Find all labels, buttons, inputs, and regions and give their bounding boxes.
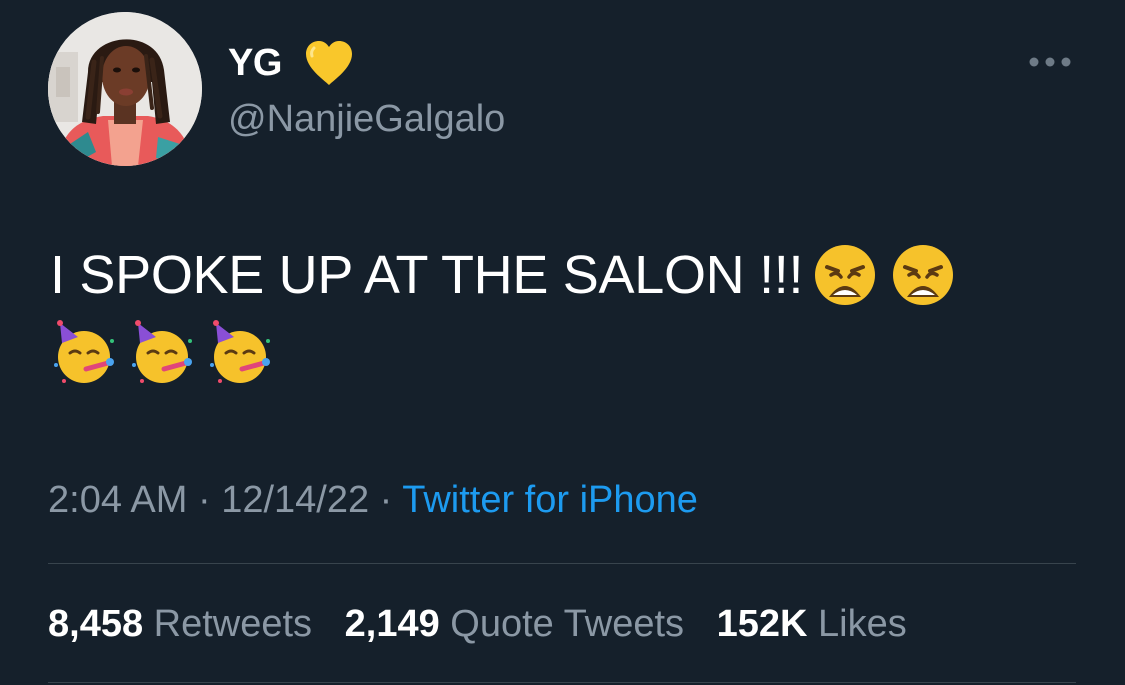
tweet-metadata: 2:04 AM · 12/14/22 · Twitter for iPhone <box>48 476 698 524</box>
quote-tweets-label: Quote Tweets <box>450 603 685 645</box>
tweet-date[interactable]: 12/14/22 <box>221 479 369 521</box>
partying-face-icon <box>132 320 192 383</box>
retweets-label: Retweets <box>153 603 313 645</box>
divider <box>48 563 1076 564</box>
retweets-count: 8,458 <box>48 603 144 645</box>
likes-label: Likes <box>818 603 907 645</box>
more-dots-icon <box>1029 57 1071 67</box>
likes-count: 152K <box>716 603 808 645</box>
retweets-stat[interactable]: 8,458 Retweets <box>48 600 312 648</box>
yellow-heart-icon <box>306 41 352 85</box>
avatar[interactable] <box>48 12 202 166</box>
tweet-detail: YG @NanjieGalgalo I SPOKE UP AT THE SALO… <box>0 0 1125 685</box>
partying-face-icon <box>210 320 270 383</box>
tweet-time[interactable]: 2:04 AM <box>48 479 187 521</box>
quote-tweets-stat[interactable]: 2,149 Quote Tweets <box>345 600 684 648</box>
tweet-text-line-2 <box>50 314 1090 392</box>
likes-stat[interactable]: 152K Likes <box>717 600 907 648</box>
meta-separator: · <box>369 479 403 521</box>
tweet-text-content: I SPOKE UP AT THE SALON !!! <box>50 245 804 305</box>
author-name[interactable]: YG <box>228 40 282 86</box>
tweet-text-line-1: I SPOKE UP AT THE SALON !!! <box>50 236 1090 314</box>
author-handle[interactable]: @NanjieGalgalo <box>228 96 505 142</box>
divider <box>48 682 1076 683</box>
engagement-stats: 8,458 Retweets 2,149 Quote Tweets 152K L… <box>48 600 929 648</box>
weary-face-icon <box>815 245 876 305</box>
quote-tweets-count: 2,149 <box>344 603 440 645</box>
partying-face-icon <box>54 320 114 383</box>
meta-separator: · <box>187 479 222 521</box>
tweet-source-link[interactable]: Twitter for iPhone <box>402 479 698 521</box>
weary-face-icon <box>893 245 954 305</box>
tweet-text: I SPOKE UP AT THE SALON !!! <box>50 236 1090 392</box>
more-options-button[interactable] <box>1022 44 1078 80</box>
